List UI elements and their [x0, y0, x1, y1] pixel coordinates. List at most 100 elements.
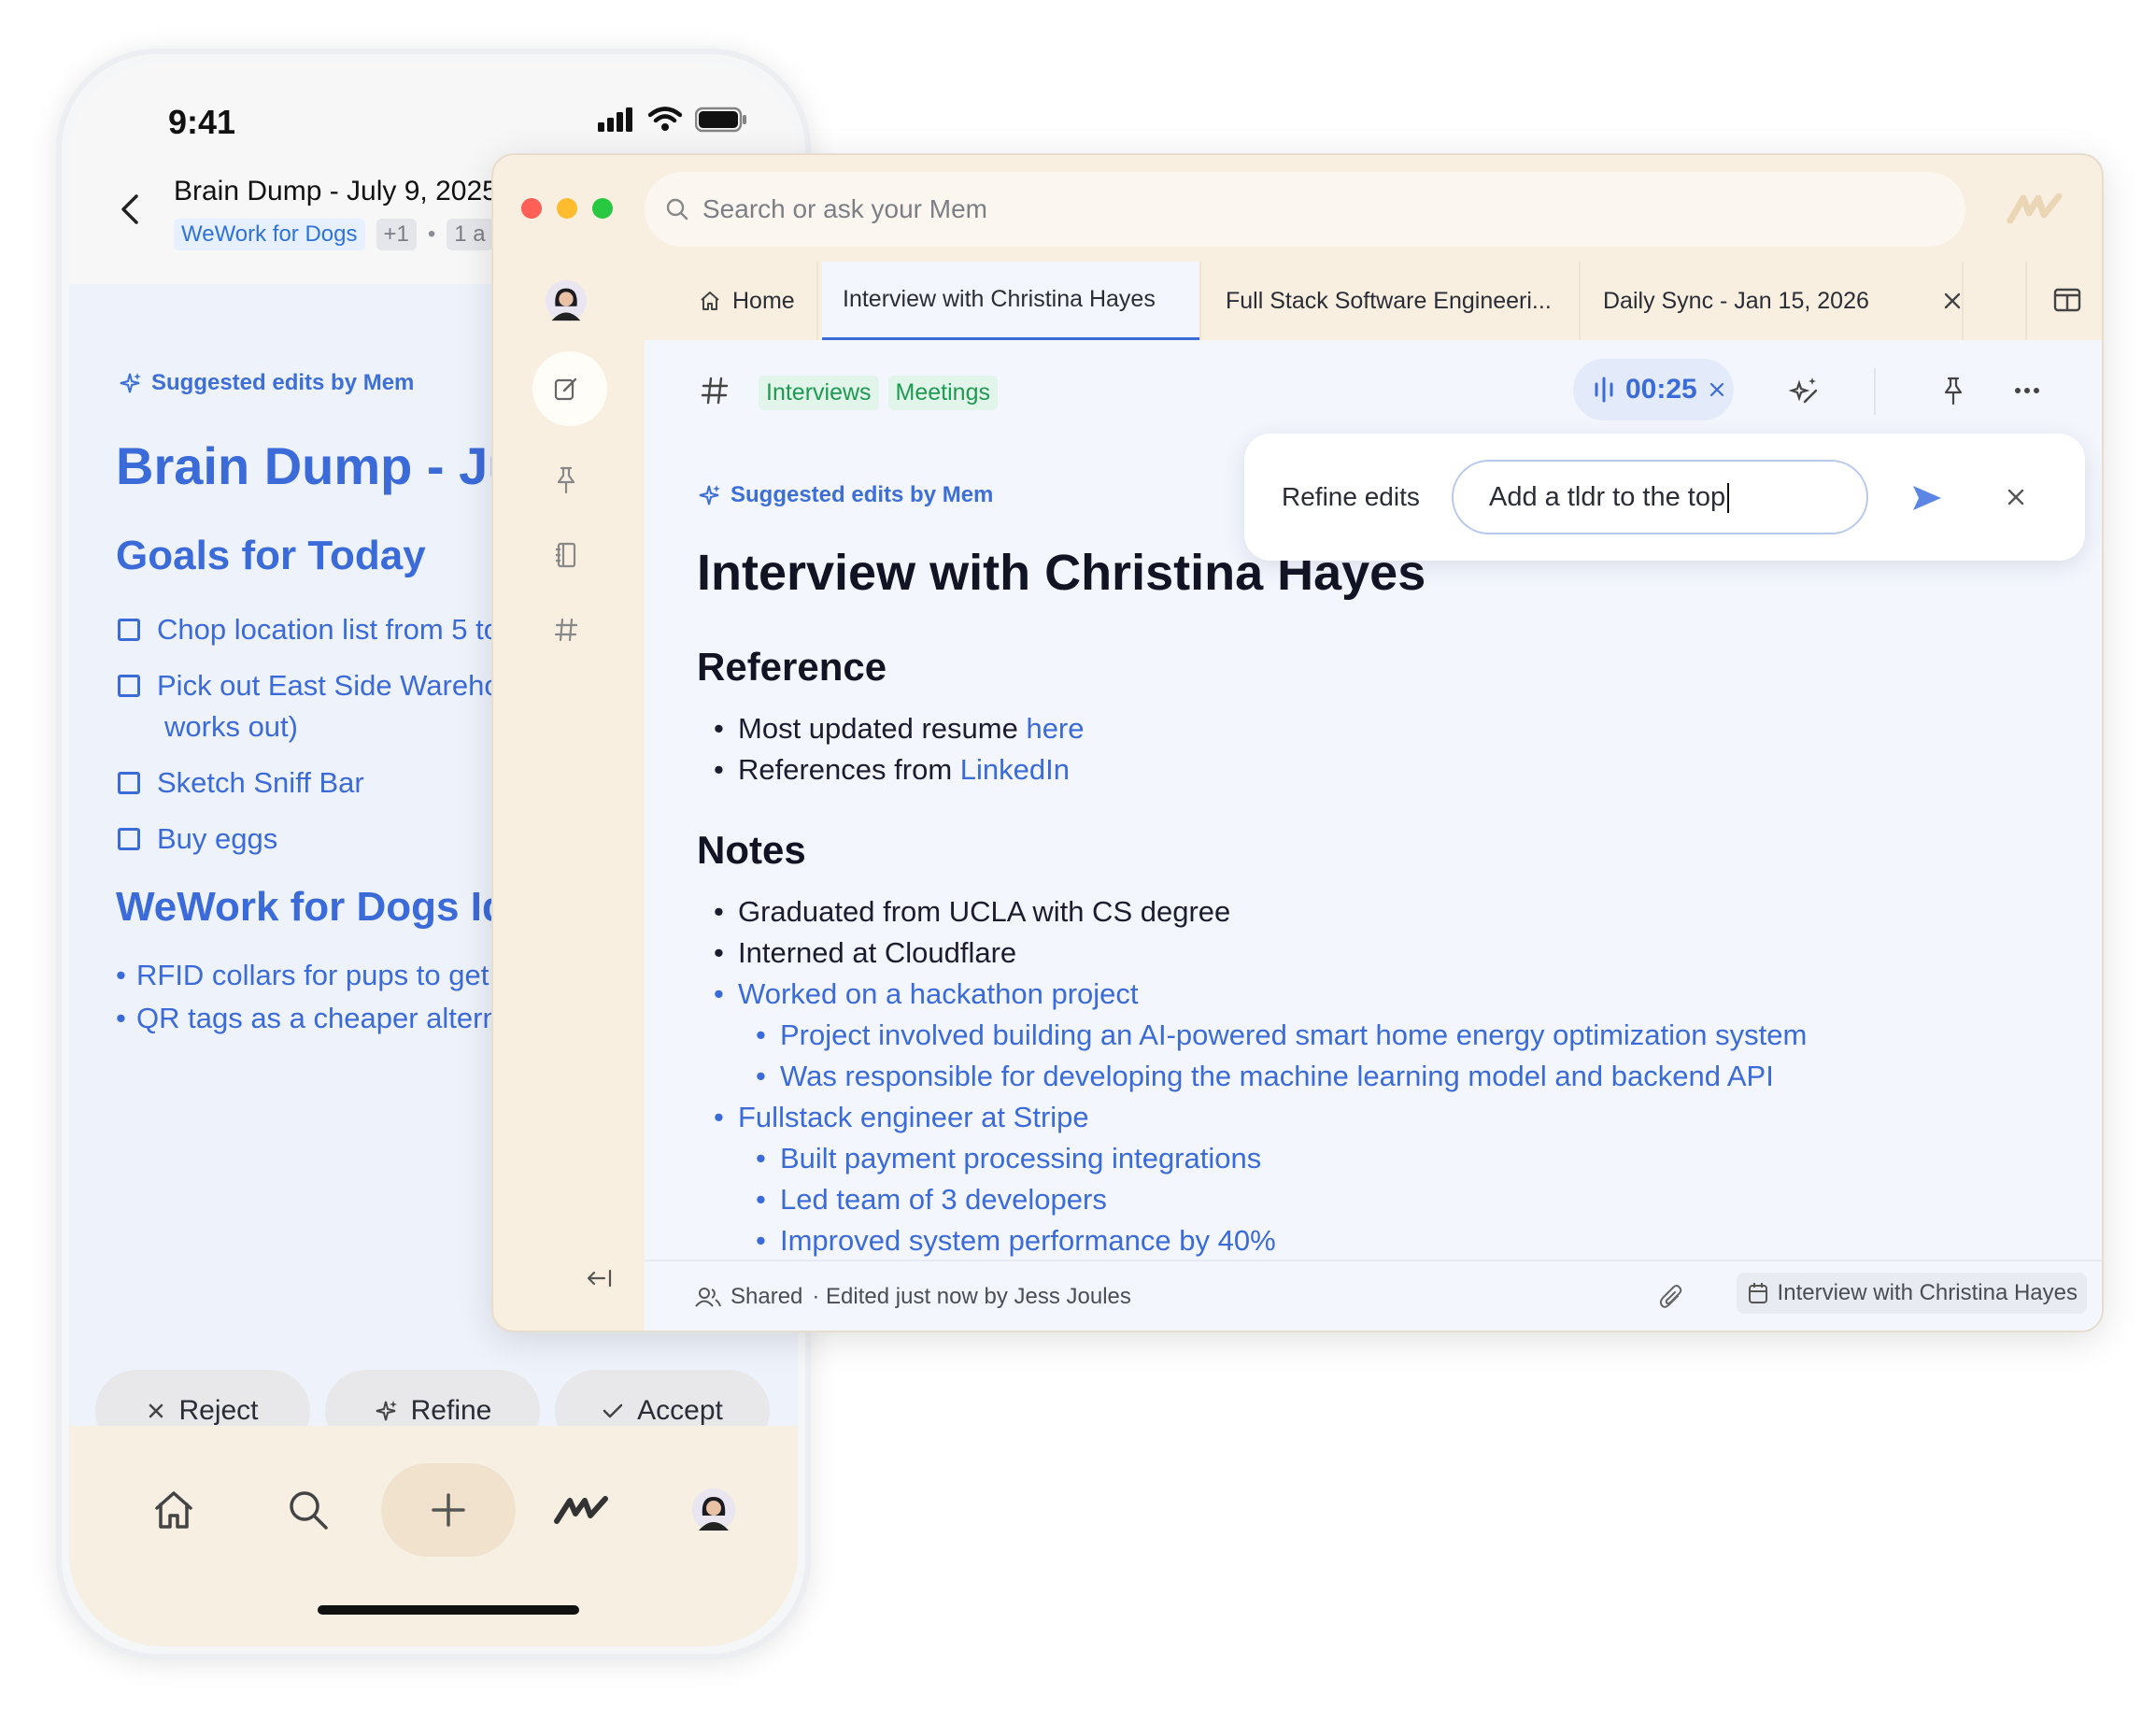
tab-interview[interactable]: Interview with Christina Hayes [822, 262, 1199, 340]
tag-more-chip[interactable]: +1 [376, 219, 417, 250]
tag-chip-interviews[interactable]: Interviews [759, 376, 879, 410]
more-options-icon[interactable] [2014, 387, 2040, 394]
checklist-text: works out) [164, 710, 298, 743]
list-item-suggested: Project involved building an AI-powered … [756, 1018, 1807, 1052]
sparkle-icon [376, 1401, 397, 1421]
list-item-suggested: Fullstack engineer at Stripe [714, 1101, 1089, 1134]
list-item: RFID collars for pups to get [116, 959, 489, 992]
send-icon[interactable] [1911, 484, 1943, 512]
list-text: Most updated resume [738, 712, 1027, 745]
tags-hash-icon[interactable] [544, 607, 589, 652]
checklist-item[interactable]: Sketch Sniff Bar [118, 762, 364, 804]
minimize-window-button[interactable] [557, 198, 577, 219]
reference-heading: Reference [697, 645, 887, 689]
linked-event-chip[interactable]: Interview with Christina Hayes [1736, 1273, 2087, 1314]
avatar[interactable] [544, 278, 589, 323]
split-view-icon[interactable] [2053, 288, 2081, 312]
checkbox[interactable] [118, 675, 140, 697]
checkbox[interactable] [118, 619, 140, 641]
list-item-suggested: Improved system performance by 40% [756, 1224, 1276, 1258]
checkbox[interactable] [118, 828, 140, 850]
status-bar: Shared · Edited just now by Jess Joules … [645, 1260, 2102, 1331]
search-icon[interactable] [280, 1482, 336, 1538]
pin-icon[interactable] [1941, 376, 1965, 406]
check-icon [603, 1403, 623, 1418]
note-tags: Interviews Meetings [759, 376, 998, 410]
mem-logo-icon[interactable] [2007, 189, 2064, 226]
sparkle-icon [699, 485, 720, 506]
linked-event-label: Interview with Christina Hayes [1777, 1280, 2078, 1305]
search-placeholder: Search or ask your Mem [702, 194, 987, 223]
resume-link[interactable]: here [1026, 712, 1084, 745]
stop-recording-icon[interactable] [1709, 381, 1725, 398]
tag-chip-meetings[interactable]: Meetings [887, 376, 998, 410]
list-item: QR tags as a cheaper altern [116, 1002, 499, 1035]
signal-icon [598, 107, 632, 132]
search-input[interactable]: Search or ask your Mem [645, 172, 1965, 247]
maximize-window-button[interactable] [592, 198, 613, 219]
note-title[interactable]: Brain Dump - July 9, 2025 [174, 176, 498, 207]
close-icon[interactable] [2005, 486, 2027, 508]
tab-home[interactable]: Home [678, 262, 816, 340]
doc-title: Brain Dump - Ju [116, 436, 520, 495]
refine-edits-popover: Refine edits Add a tldr to the top [1244, 434, 2085, 561]
tag-hash-icon[interactable] [701, 376, 729, 406]
tab-label: Full Stack Software Engineeri... [1226, 287, 1552, 314]
compose-icon[interactable] [544, 366, 589, 411]
list-item-suggested: Was responsible for developing the machi… [756, 1060, 1774, 1093]
tag-chip[interactable]: WeWork for Dogs [174, 219, 365, 250]
home-indicator [318, 1605, 579, 1615]
pin-icon[interactable] [544, 458, 589, 503]
mem-logo-icon[interactable] [549, 1482, 615, 1538]
suggested-edits-label: Suggested edits by Mem [697, 482, 993, 508]
checkbox[interactable] [118, 772, 140, 794]
list-text: References from [738, 753, 960, 786]
tab-full-stack[interactable]: Full Stack Software Engineeri... [1205, 262, 1572, 340]
checklist-text: Chop location list from 5 to [157, 613, 501, 646]
share-status[interactable]: Shared · Edited just now by Jess Joules [695, 1284, 1131, 1310]
close-tab-icon[interactable] [1941, 290, 1964, 312]
collapse-sidebar-icon[interactable] [577, 1256, 622, 1301]
toolbar-divider [1874, 368, 1876, 415]
back-chevron-icon[interactable] [116, 191, 144, 228]
tab-label: Interview with Christina Hayes [843, 286, 1156, 312]
close-window-button[interactable] [521, 198, 542, 219]
notebook-icon[interactable] [544, 533, 589, 577]
paperclip-icon[interactable] [1659, 1284, 1683, 1312]
shared-label: Shared [730, 1284, 803, 1309]
checklist-item[interactable]: Buy eggs [118, 819, 277, 860]
tab-separator [1579, 262, 1581, 340]
list-item: References from LinkedIn [714, 753, 1070, 787]
recording-timer[interactable]: 00:25 [1573, 359, 1734, 420]
reject-label: Reject [178, 1395, 259, 1426]
linkedin-link[interactable]: LinkedIn [960, 753, 1070, 786]
refine-edits-label: Refine edits [1282, 482, 1420, 511]
window-controls [521, 198, 613, 219]
new-note-button[interactable] [381, 1463, 516, 1557]
list-item-suggested: Worked on a hackathon project [714, 977, 1139, 1011]
home-icon[interactable] [146, 1482, 202, 1538]
list-item-suggested: Built payment processing integrations [756, 1142, 1261, 1175]
desktop-window: Search or ask your Mem Home Interview wi… [491, 153, 2104, 1332]
list-item-suggested: Led team of 3 developers [756, 1183, 1107, 1217]
checklist-item[interactable]: Pick out East Side Warehou [118, 665, 517, 706]
tab-label: Home [732, 287, 795, 314]
checklist-item[interactable]: Chop location list from 5 to [118, 609, 500, 650]
timer-value: 00:25 [1625, 374, 1697, 405]
text-caret [1727, 483, 1730, 514]
refine-edits-input[interactable]: Add a tldr to the top [1452, 460, 1868, 534]
avatar[interactable] [686, 1482, 742, 1538]
status-time: 9:41 [168, 103, 236, 141]
list-item: Interned at Cloudflare [714, 936, 1016, 970]
battery-icon [695, 107, 746, 133]
search-icon [666, 198, 688, 221]
calendar-icon [1748, 1283, 1767, 1303]
magic-wand-icon[interactable] [1786, 374, 1820, 407]
checklist-item-continued: works out) [164, 706, 298, 748]
home-icon [701, 292, 719, 310]
suggested-edits-text: Suggested edits by Mem [730, 482, 994, 507]
tab-label: Daily Sync - Jan 15, 2026 [1603, 287, 1869, 314]
notes-heading: Notes [697, 828, 806, 872]
tab-daily-sync[interactable]: Daily Sync - Jan 15, 2026 [1582, 262, 1890, 340]
tab-separator [1199, 262, 1201, 340]
